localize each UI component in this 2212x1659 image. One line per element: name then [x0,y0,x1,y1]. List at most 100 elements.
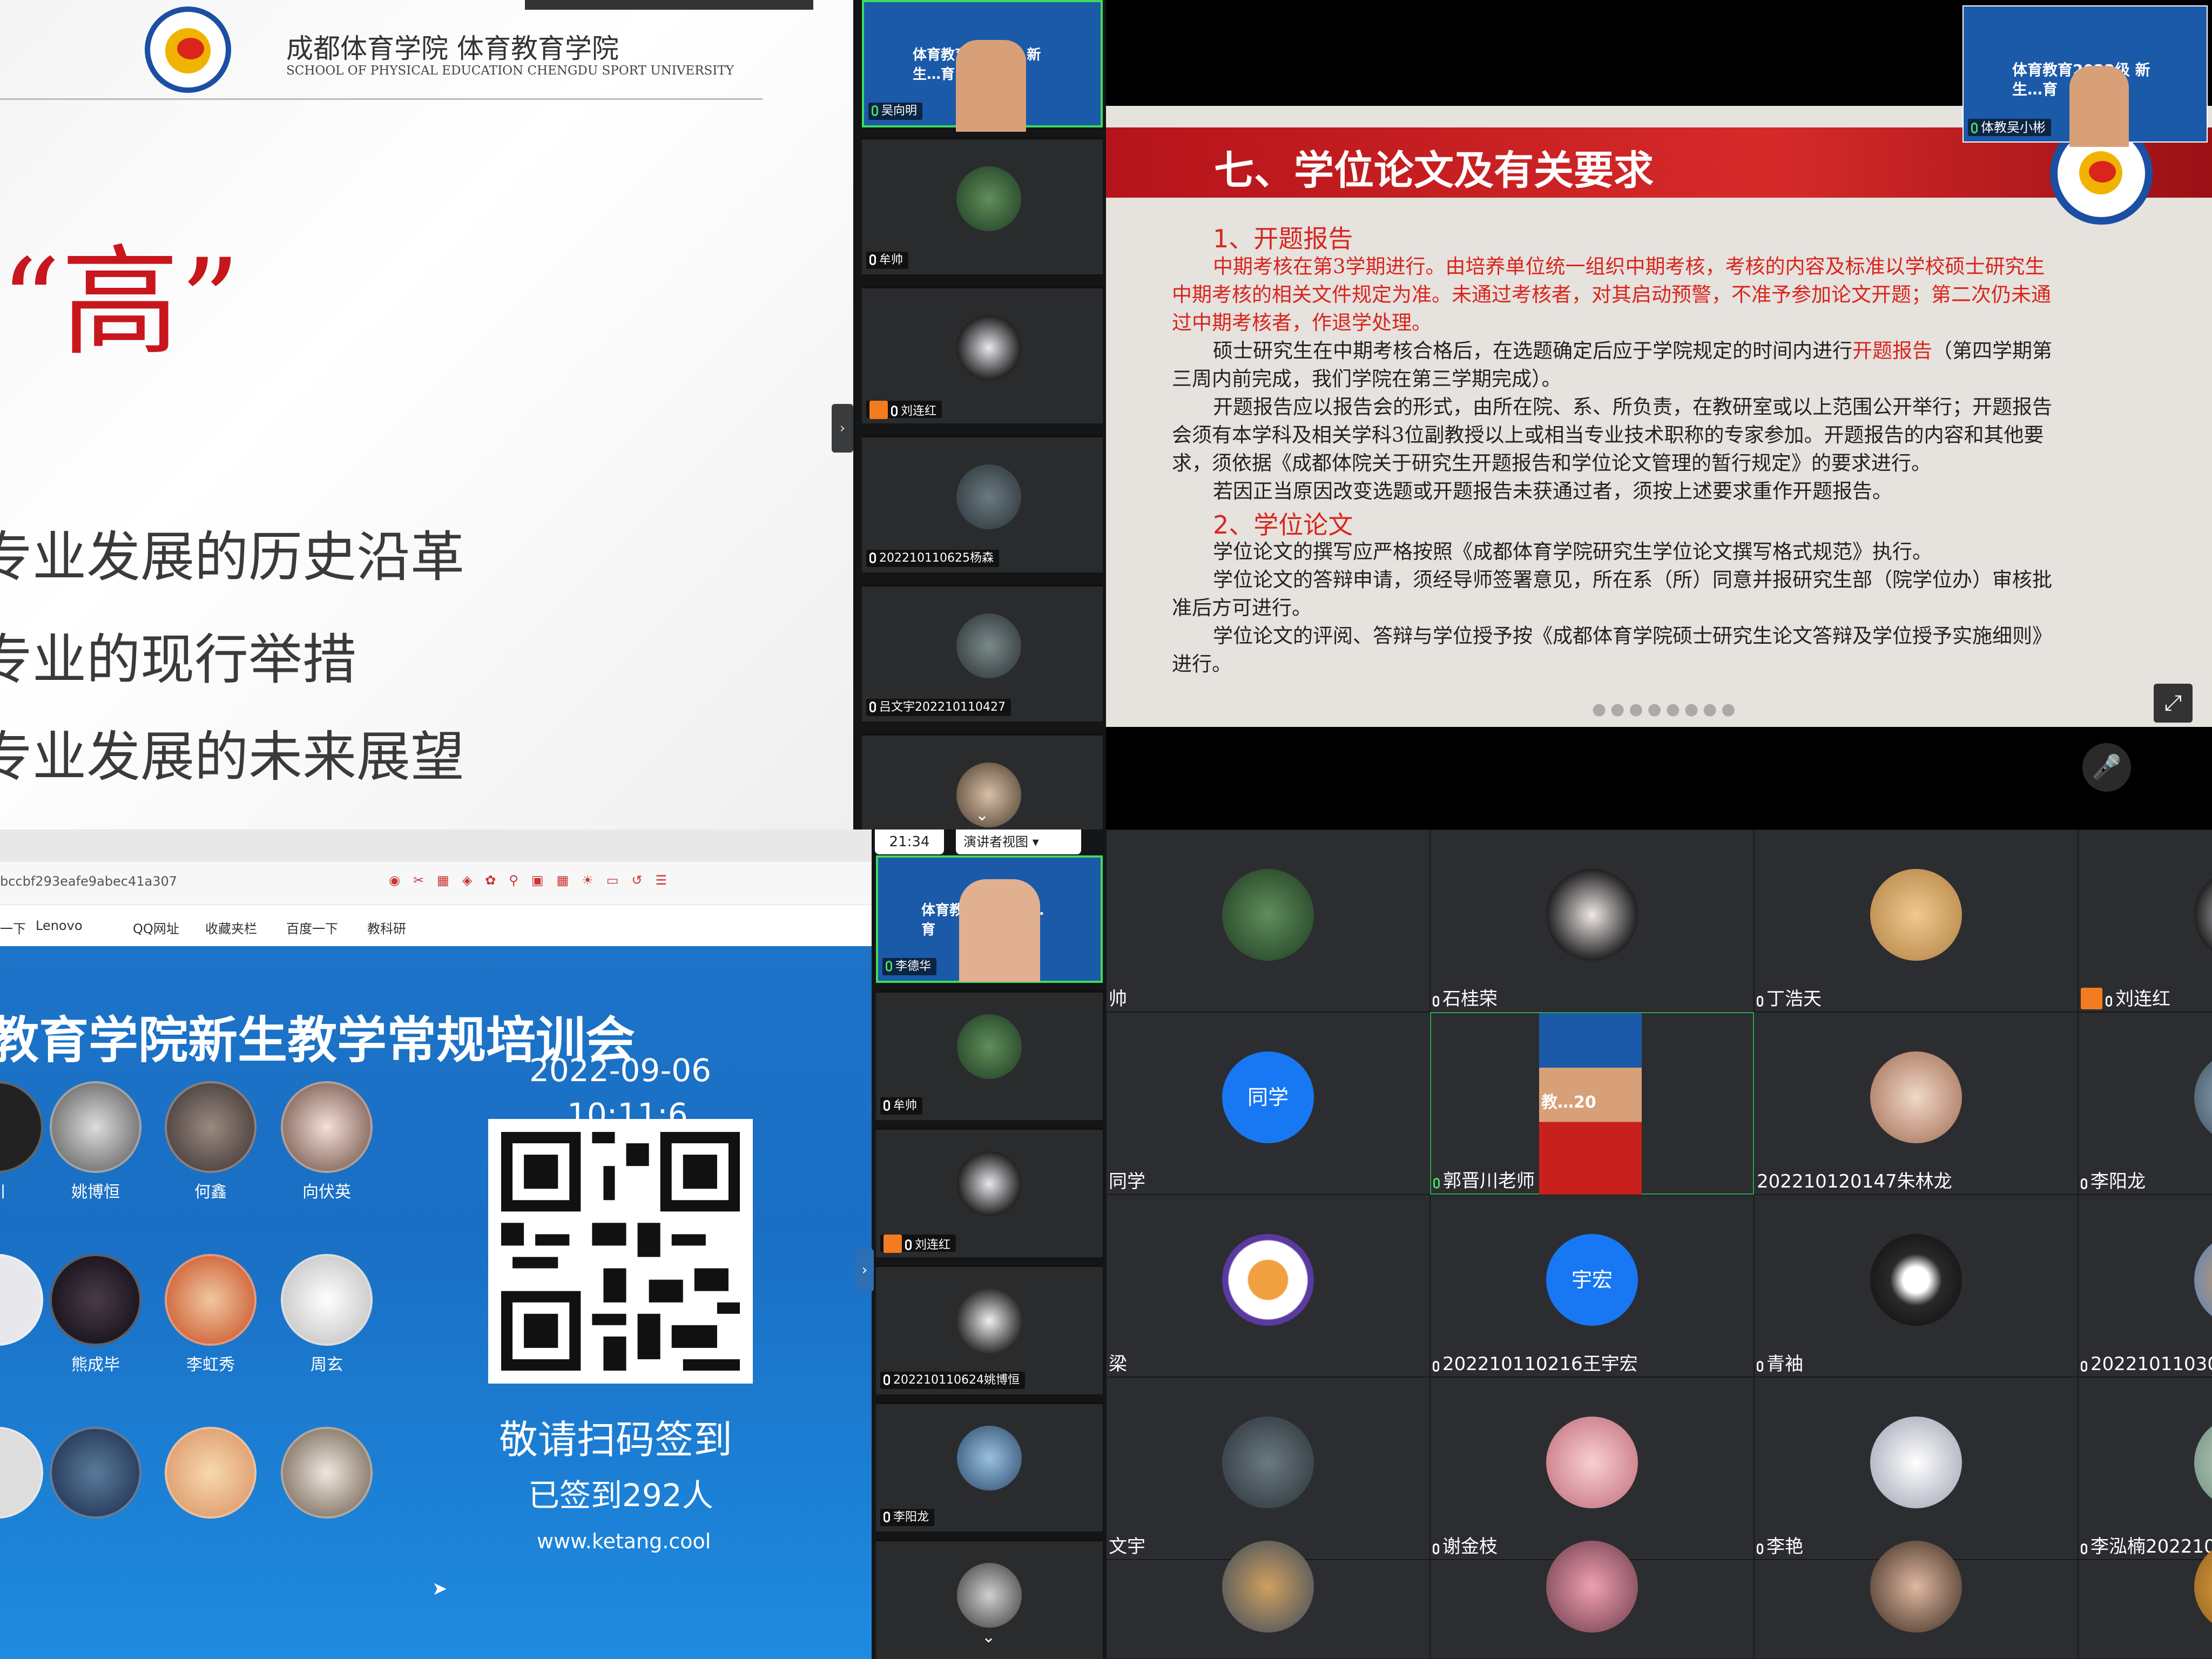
view-mode-dropdown[interactable]: 演讲者视图 ▾ [956,830,1081,854]
participant-tile[interactable]: 文宇 [1106,1377,1430,1560]
participant-name: 202210110301贺 [2090,1353,2212,1375]
participant-name: 202210110625杨森 [879,551,994,565]
mic-off-icon [2081,1543,2087,1554]
participant-name: 李艳 [1766,1536,1803,1557]
bookmark-item[interactable]: 收藏夹栏 [205,918,257,937]
avatar [1546,869,1638,961]
participant-tile[interactable]: 吕文宇202210110427 [862,584,1103,721]
mic-off-icon [869,254,876,265]
slide-paragraph: 进行。 [1172,652,1232,676]
collapse-panel-button[interactable]: › [855,1249,874,1292]
checkin-qr-code[interactable] [488,1119,753,1384]
mic-off-icon [1433,1361,1439,1372]
avatar [1870,1541,1962,1633]
avatar [1870,869,1962,961]
shared-slide: 成都体育学院 体育教育学院 SCHOOL OF PHYSICAL EDUCATI… [0,0,853,830]
student-avatar [165,1081,257,1173]
avatar [956,315,1021,380]
participant-tile[interactable]: 体育教…22级 新…育 李德华 [876,855,1103,983]
participant-tile[interactable]: 202210120147朱林龙 [1754,1012,2078,1195]
student-avatar [50,1081,141,1173]
participant-tile[interactable]: 帅 [1106,830,1430,1012]
mic-off-icon [1433,996,1439,1007]
participant-tile[interactable]: 教…20 郭晋川老师 [1430,1012,1754,1195]
qr-pattern [501,1132,740,1371]
bookmark-item[interactable]: 一下 [0,918,26,937]
participant-tile[interactable]: 宇宏 202210110216王宇宏 [1430,1195,1754,1377]
slide-paragraph: 求，须依据《成都体院关于研究生开题报告和学位论文管理的暂行规定》的要求进行。 [1172,451,1931,475]
participant-tile[interactable] [2078,1541,2212,1659]
url-text[interactable]: bccbf293eafe9abec41a307 [0,874,177,889]
student-avatar [0,1081,43,1173]
avatar [2194,1417,2212,1508]
participant-tile[interactable]: 李艳 [1754,1377,2078,1560]
participant-tile[interactable] [1106,1541,1430,1659]
participant-tile[interactable]: ⌄ [876,1539,1103,1659]
avatar [1222,1417,1314,1508]
mic-on-icon [1433,1178,1440,1189]
participant-tile[interactable]: 李阳龙 [876,1402,1103,1532]
mic-off-icon [869,552,876,563]
avatar-initials: 同学 [1222,1051,1314,1143]
participant-tile[interactable] [1430,1541,1754,1659]
shared-slide: 七、学位论文及有关要求 1、开题报告 中期考核在第3学期进行。由培养单位统一组织… [1106,106,2212,727]
participant-name: 李泓楠20221011C [2090,1536,2212,1557]
participant-tile[interactable]: 梁 [1106,1195,1430,1377]
bookmark-item[interactable]: QQ网址 [133,918,179,937]
participant-tile[interactable]: 202210110625杨森 [862,435,1103,572]
mic-off-icon [884,1512,890,1522]
participant-tile[interactable]: 李泓楠20221011C [2078,1377,2212,1560]
participant-tile[interactable]: 石桂荣 [1430,830,1754,1012]
avatar [1546,1541,1638,1633]
participant-tile[interactable]: ⌄ [862,733,1103,830]
avatar [1222,1541,1314,1633]
mic-off-icon [2081,1361,2087,1372]
participant-strip: 21:34 演讲者视图 ▾ 体育教…22级 新…育 李德华 牟帅 刘连红 202… [872,830,1106,1659]
student-name: 姚博恒 [71,1183,120,1202]
participant-tile[interactable] [1754,1541,2078,1659]
bookmark-item[interactable]: Lenovo [36,918,83,933]
mic-off-icon [1757,996,1763,1007]
fullscreen-icon[interactable]: ⤢ [2154,684,2193,723]
participant-tile[interactable]: 同学 同学 [1106,1012,1430,1195]
bookmark-item[interactable]: 教科研 [367,918,406,937]
mic-off-icon[interactable]: 🎤 [2082,743,2131,792]
participant-tile[interactable]: 刘连红 [876,1128,1103,1257]
participant-tile[interactable]: 丁浩天 [1754,830,2078,1012]
big-quote-char: “高” [0,233,240,372]
participant-tile[interactable]: 刘连红 [862,286,1103,423]
participant-name: 帅 [1109,988,1127,1010]
participant-name: 刘连红 [915,1238,951,1252]
participant-name: 牟帅 [893,1099,918,1112]
student-name: 周玄 [311,1355,343,1374]
speaker-video[interactable]: 体育教育2022级 新生…育 体教吴小彬 [1963,5,2208,147]
student-avatar [281,1254,373,1346]
student-avatar [281,1081,373,1173]
participant-tile[interactable]: 李阳龙 [2078,1012,2212,1195]
header-divider [0,98,763,100]
scroll-down-icon[interactable]: ⌄ [982,1628,995,1647]
participant-tile[interactable]: 202210110301贺 [2078,1195,2212,1377]
participant-tile[interactable]: 牟帅 [862,137,1103,274]
window-bar [525,0,813,10]
mic-off-icon [2081,1178,2087,1189]
participant-name: 文宇 [1109,1536,1145,1557]
participant-tile[interactable]: 谢金枝 [1430,1377,1754,1560]
participant-tile[interactable]: 体育教育2022级 新生…育 吴向明 [862,0,1103,132]
participant-tile[interactable]: 202210110624姚博恒 [876,1265,1103,1394]
participant-tile[interactable]: 青袖 [1754,1195,2078,1377]
school-name-en: SCHOOL OF PHYSICAL EDUCATION CHENGDU SPO… [286,64,734,78]
mic-off-icon [1757,1543,1763,1554]
browser-toolbar-icons[interactable]: ◉✂▦◈✿⚲▣▦☀▭↺☰ [389,873,680,888]
scroll-down-icon[interactable]: ⌄ [975,806,989,825]
bookmark-item[interactable]: 百度一下 [286,918,338,937]
mic-off-icon [1433,1543,1439,1554]
slide-page-dots[interactable]: ●●●●●●●● [1592,700,1739,719]
participant-tile[interactable]: 刘连红 [2078,830,2212,1012]
participant-tile[interactable]: 牟帅 [876,990,1103,1120]
participant-name: 青袖 [1766,1353,1803,1375]
slide-paragraph: 中期考核在第3学期进行。由培养单位统一组织中期考核，考核的内容及标准以学校硕士研… [1213,255,2045,278]
avatar [2194,1051,2212,1143]
slide-paragraph: 准后方可进行。 [1172,596,1312,619]
collapse-panel-button[interactable]: › [832,404,853,453]
